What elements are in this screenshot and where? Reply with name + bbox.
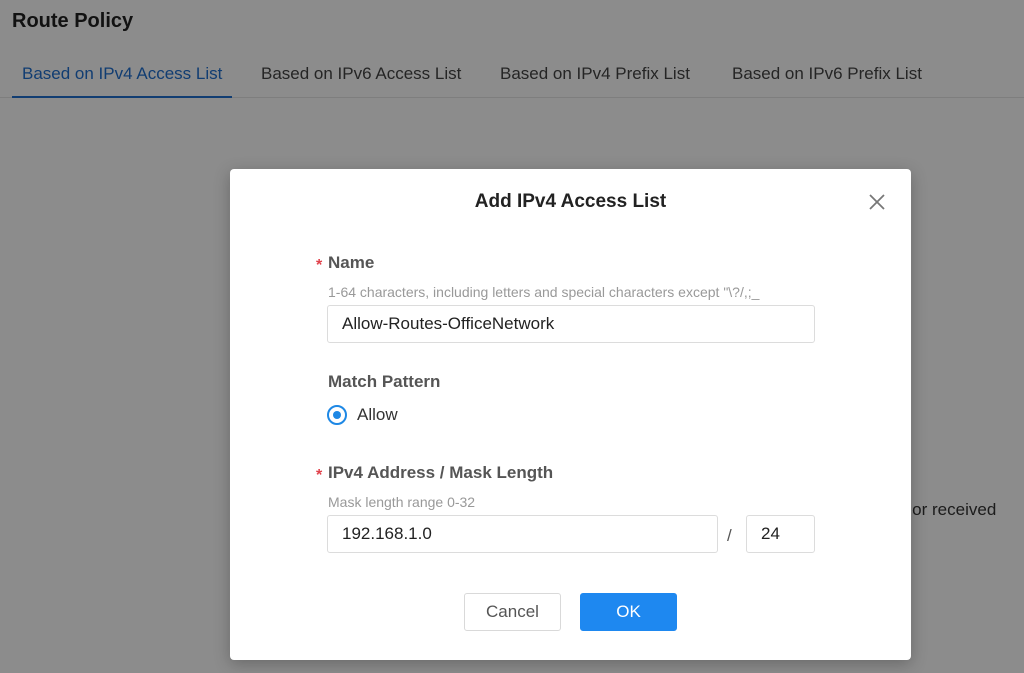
name-label: Name bbox=[328, 253, 375, 272]
name-input[interactable]: Allow-Routes-OfficeNetwork bbox=[327, 305, 815, 343]
address-label: IPv4 Address / Mask Length bbox=[328, 463, 554, 482]
close-button[interactable] bbox=[864, 189, 890, 215]
close-icon bbox=[869, 194, 885, 210]
mask-length-input[interactable]: 24 bbox=[746, 515, 815, 553]
add-ipv4-access-list-dialog: Add IPv4 Access List * Name 1-64 charact… bbox=[230, 169, 911, 660]
dialog-title: Add IPv4 Access List bbox=[474, 191, 667, 212]
address-separator: / bbox=[727, 526, 732, 545]
allow-radio[interactable] bbox=[327, 405, 347, 425]
name-required-mark: * bbox=[316, 257, 323, 274]
cancel-button[interactable]: Cancel bbox=[464, 593, 561, 631]
address-required-mark: * bbox=[316, 467, 323, 484]
match-pattern-label: Match Pattern bbox=[328, 372, 441, 391]
mask-length-hint: Mask length range 0-32 bbox=[328, 494, 476, 510]
ipv4-address-input[interactable]: 192.168.1.0 bbox=[327, 515, 718, 553]
name-hint: 1-64 characters, including letters and s… bbox=[328, 284, 760, 300]
allow-radio-option[interactable]: Allow bbox=[327, 404, 398, 426]
allow-radio-label: Allow bbox=[357, 405, 398, 424]
ok-button[interactable]: OK bbox=[580, 593, 677, 631]
